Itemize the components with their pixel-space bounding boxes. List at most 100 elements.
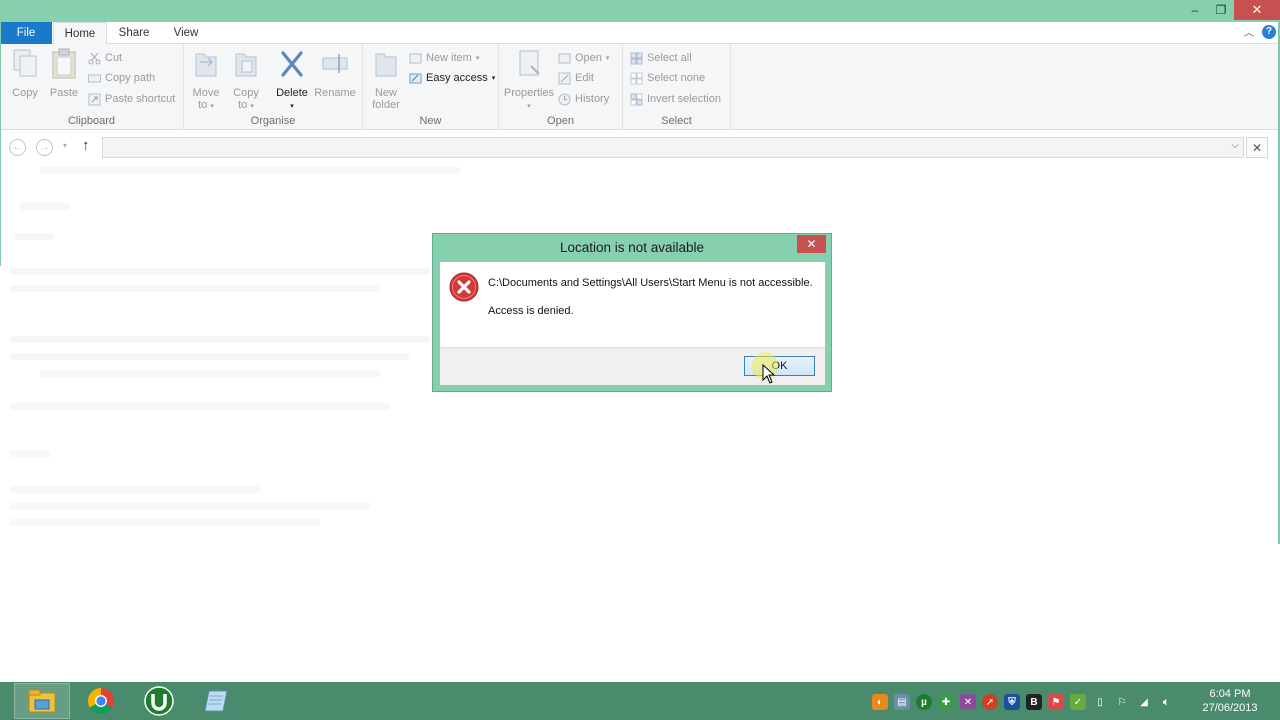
- clipboard-group-label: Clipboard: [67, 115, 116, 127]
- collapse-ribbon-icon[interactable]: ︿: [1244, 24, 1254, 39]
- system-tray: ◐ ▤ µ ✚ ✕ ➚ ⛨ B ⚑ ✓ ▯ ⚐ ◢ 🔈︎: [872, 692, 1174, 712]
- volume-icon[interactable]: 🔈︎: [1158, 694, 1174, 710]
- paste-shortcut-button[interactable]: Paste shortcut: [88, 90, 175, 108]
- tray-shield-green-icon[interactable]: ✚: [938, 694, 954, 710]
- ghost-text: [10, 403, 390, 410]
- taskbar-file-explorer[interactable]: [14, 683, 70, 719]
- open-group-label: Open: [547, 115, 574, 127]
- tray-bold-b-icon[interactable]: B: [1026, 694, 1042, 710]
- taskbar-utorrent[interactable]: [131, 683, 187, 719]
- tray-compass-icon[interactable]: ➚: [982, 694, 998, 710]
- address-dropdown-icon[interactable]: ⌵: [1231, 140, 1239, 151]
- edit-button[interactable]: Edit: [558, 69, 594, 87]
- recent-locations-chevron-icon[interactable]: ▾: [63, 141, 67, 150]
- address-clear-button[interactable]: ✕: [1246, 137, 1268, 158]
- action-center-flag-icon[interactable]: ⚐: [1114, 694, 1130, 710]
- select-none-label: Select none: [647, 72, 706, 84]
- utorrent-icon: [144, 686, 174, 716]
- tray-app-icon[interactable]: ◐: [872, 694, 888, 710]
- copy-to-button[interactable]: Copy to ▾: [230, 48, 262, 113]
- paste-button[interactable]: Paste: [47, 48, 81, 99]
- cut-button[interactable]: Cut: [88, 49, 122, 67]
- history-button[interactable]: History: [558, 90, 609, 108]
- ribbon-controls: ︿ ?: [1244, 24, 1276, 39]
- ghost-text: [10, 353, 410, 360]
- ghost-text: [40, 370, 380, 377]
- wifi-icon[interactable]: ◢: [1136, 694, 1152, 710]
- copy-to-label-2: to: [238, 99, 248, 111]
- copy-path-icon: [88, 74, 101, 82]
- delete-button[interactable]: Delete ▾: [274, 48, 310, 113]
- properties-icon: [519, 50, 540, 76]
- battery-icon[interactable]: ▯: [1092, 694, 1108, 710]
- new-group: New folder New item ▾ Easy access ▾ New: [363, 44, 499, 130]
- back-button[interactable]: ←: [9, 139, 26, 156]
- select-all-button[interactable]: Select all: [630, 49, 692, 67]
- address-bar[interactable]: ⌵: [102, 137, 1244, 158]
- file-explorer-icon: [28, 689, 56, 713]
- dialog-body: C:\Documents and Settings\All Users\Star…: [440, 262, 825, 347]
- select-none-icon: [630, 72, 643, 84]
- scissors-icon: [88, 52, 101, 64]
- ghost-text: [10, 519, 320, 526]
- dialog-detail: Access is denied.: [488, 305, 574, 317]
- tray-nvidia-icon[interactable]: ✕: [960, 694, 976, 710]
- tray-utorrent-icon[interactable]: µ: [916, 694, 932, 710]
- paste-icon: [52, 48, 76, 79]
- move-to-button[interactable]: Move to ▾: [190, 48, 222, 113]
- paste-label: Paste: [49, 87, 79, 99]
- properties-button[interactable]: Properties ▾: [503, 48, 555, 113]
- rename-button[interactable]: Rename: [314, 48, 356, 99]
- cut-label: Cut: [105, 52, 123, 64]
- new-item-button[interactable]: New item ▾: [409, 49, 479, 67]
- edit-icon: [558, 72, 571, 84]
- taskbar-chrome[interactable]: [73, 683, 129, 719]
- paste-shortcut-label: Paste shortcut: [105, 93, 176, 105]
- open-button[interactable]: Open ▾: [558, 49, 609, 67]
- open-icon: [558, 53, 571, 63]
- tab-share[interactable]: Share: [108, 22, 160, 44]
- ghost-text: [10, 450, 50, 457]
- easy-access-button[interactable]: Easy access ▾: [409, 69, 495, 87]
- up-arrow-icon[interactable]: ↑: [82, 137, 90, 154]
- new-folder-button[interactable]: New folder: [369, 48, 403, 111]
- back-arrow-icon: ←: [12, 142, 23, 153]
- tab-home[interactable]: Home: [53, 22, 107, 45]
- mouse-cursor-icon: [762, 364, 776, 384]
- error-icon: [449, 272, 479, 302]
- tray-checkmark-icon[interactable]: ✓: [1070, 694, 1086, 710]
- taskbar: ◐ ▤ µ ✚ ✕ ➚ ⛨ B ⚑ ✓ ▯ ⚐ ◢ 🔈︎ 6:04 PM 27/…: [0, 682, 1280, 720]
- dialog-close-button[interactable]: ✕: [797, 235, 826, 253]
- move-to-label: Move: [192, 87, 220, 99]
- forward-button[interactable]: →: [36, 139, 53, 156]
- copy-path-button[interactable]: Copy path: [88, 69, 155, 87]
- move-to-icon: [195, 53, 217, 77]
- help-icon[interactable]: ?: [1262, 24, 1276, 39]
- minimize-button[interactable]: –: [1182, 0, 1208, 20]
- forward-arrow-icon: →: [39, 142, 50, 153]
- tab-view[interactable]: View: [160, 22, 212, 44]
- tray-network-drive-icon[interactable]: ▤: [894, 694, 910, 710]
- new-folder-label: New: [374, 87, 397, 99]
- open-group: Properties ▾ Open ▾ Edit History Open: [499, 44, 623, 130]
- ghost-text: [14, 233, 54, 240]
- select-none-button[interactable]: Select none: [630, 69, 705, 87]
- close-button[interactable]: ✕: [1234, 0, 1280, 20]
- tray-flag-icon[interactable]: ⚑: [1048, 694, 1064, 710]
- invert-selection-button[interactable]: Invert selection: [630, 90, 721, 108]
- history-icon: [558, 93, 571, 105]
- copy-to-label: Copy: [233, 87, 259, 99]
- move-to-label-2: to: [198, 99, 208, 111]
- ghost-text: [40, 167, 460, 174]
- taskbar-clock[interactable]: 6:04 PM 27/06/2013: [1195, 687, 1265, 715]
- copy-button[interactable]: Copy: [8, 48, 42, 99]
- delete-label: Delete: [276, 87, 308, 99]
- taskbar-notepad[interactable]: [189, 683, 245, 719]
- tab-file[interactable]: File: [0, 22, 52, 44]
- paste-shortcut-icon: [88, 93, 101, 105]
- open-label: Open: [575, 52, 602, 64]
- restore-button[interactable]: ❐: [1208, 0, 1234, 20]
- select-all-label: Select all: [647, 52, 692, 64]
- tray-security-icon[interactable]: ⛨: [1004, 694, 1020, 710]
- ghost-text: [20, 203, 70, 210]
